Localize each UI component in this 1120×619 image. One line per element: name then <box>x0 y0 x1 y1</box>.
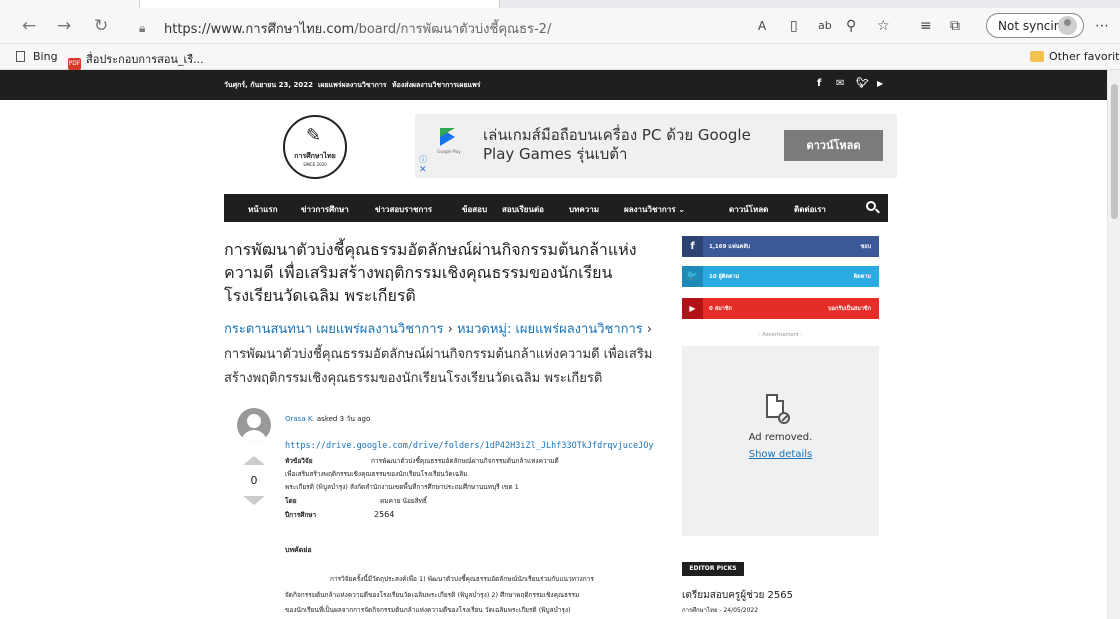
forward-icon[interactable]: → <box>57 17 71 35</box>
topbar-date: วันศุกร์, กันยายน 23, 2022 <box>224 81 313 89</box>
ad-download-button[interactable]: ดาวน์โหลด <box>784 130 883 161</box>
blocked-icon <box>778 412 790 424</box>
scrollbar-thumb[interactable] <box>1111 84 1118 219</box>
twitter-followers-bar[interactable]: 🐦 10 ผู้ติดตาม ติดตาม <box>682 266 879 287</box>
tab-previous[interactable] <box>0 0 140 8</box>
favorite-bing[interactable]: Bing <box>16 50 58 63</box>
by-value: คมคาย น้อยสิทธิ์ <box>380 497 427 505</box>
subscribe-button[interactable]: บอกรับเป็นสมาชิก <box>828 305 871 313</box>
year-label: ปีการศึกษา <box>285 511 317 519</box>
more-menu-icon[interactable]: ⋯ <box>1095 18 1109 34</box>
avatar[interactable] <box>237 408 271 442</box>
show-details-link[interactable]: Show details <box>682 449 879 460</box>
vote-count: 0 <box>250 474 258 487</box>
back-icon[interactable]: ← <box>22 17 36 35</box>
page-scrollbar[interactable] <box>1107 70 1120 619</box>
vote-down-icon[interactable] <box>243 496 265 505</box>
editor-picks-heading: EDITOR PICKS <box>682 562 744 576</box>
refresh-icon[interactable]: ↻ <box>94 17 108 35</box>
drive-link[interactable]: https://drive.google.com/drive/folders/1… <box>285 441 653 451</box>
twitter-icon: 🐦 <box>682 266 703 287</box>
search-icon[interactable] <box>866 201 876 211</box>
address-bar[interactable]: https://www.การศึกษาไทย.com/board/การพัฒ… <box>164 18 551 39</box>
other-favorites[interactable]: Other favorites <box>1030 50 1120 63</box>
asked-meta: Orasa K. asked 3 วัน ago <box>285 415 371 423</box>
research-title-2: เพื่อเสริมสร้างพฤติกรรมเชิงคุณธรรมของนัก… <box>285 470 468 478</box>
research-label: หัวข้อวิจัย <box>285 457 313 465</box>
abstract-label: บทคัดย่อ <box>285 546 312 554</box>
page-title: การพัฒนาตัวบ่งชี้คุณธรรมอัตลักษณ์ผ่านกิจ… <box>224 240 637 305</box>
facebook-icon: f <box>682 236 703 257</box>
twitter-icon[interactable]: 🐦︎ <box>856 78 869 89</box>
favorites-bar: Bing PDF สื่อประกอบการสอน_เรื... Other fa… <box>0 44 1120 70</box>
advertisement-label: - Advertisement - <box>758 332 803 338</box>
editor-pick-meta: การศึกษาไทย - 24/05/2022 <box>682 607 759 614</box>
nav-civil-exam-news[interactable]: ข่าวสอบราชการ <box>375 203 432 216</box>
topbar-link-submit[interactable]: ห้องส่งผลงานวิชาการเผยแพร่ <box>392 80 480 91</box>
nav-contact[interactable]: ติดต่อเรา <box>794 203 826 216</box>
youtube-icon: ▶ <box>682 298 703 319</box>
ad-close-icon[interactable]: ✕ <box>419 165 427 175</box>
nav-education-news[interactable]: ข่าวการศึกษา <box>301 203 349 216</box>
zoom-icon[interactable]: ⚲ <box>846 18 856 34</box>
mail-icon[interactable]: ✉ <box>836 78 844 89</box>
site-topbar: วันศุกร์, กันยายน 23, 2022 เผยแพร่ผลงานว… <box>0 70 1107 100</box>
favorite-pdf[interactable]: PDF สื่อประกอบการสอน_เรื... <box>68 50 204 70</box>
nav-home[interactable]: หน้าแรก <box>248 203 278 216</box>
facebook-fans-bar[interactable]: f 1,169 แฟนคลับ ชอบ <box>682 236 879 257</box>
breadcrumb-board[interactable]: กระดานสนทนา เผยแพร่ผลงานวิชาการ <box>224 322 443 337</box>
immersive-reader-icon[interactable]: ▯ <box>790 18 798 34</box>
lock-icon[interactable]: 🔒︎ <box>139 19 145 37</box>
breadcrumb: กระดานสนทนา เผยแพร่ผลงานวิชาการ › หมวดหม… <box>224 322 653 387</box>
author-link[interactable]: Orasa K. <box>285 415 315 423</box>
topbar-link-publish[interactable]: เผยแพร่ผลงานวิชาการ <box>318 80 387 91</box>
favorites-list-icon[interactable]: ≡ <box>920 18 932 34</box>
abstract-line-1: การวิจัยครั้งนี้มีวัตถุประสงค์เพื่อ 1) พ… <box>330 575 594 583</box>
folder-icon <box>1030 51 1044 62</box>
translate-icon[interactable]: ab <box>818 18 832 34</box>
research-title-1: การพัฒนาตัวบ่งชี้คุณธรรมอัตลักษณ์ผ่านกิจ… <box>371 457 559 465</box>
read-aloud-icon[interactable]: A <box>758 18 766 34</box>
youtube-icon[interactable]: ▶ <box>877 79 883 88</box>
page-icon <box>16 51 25 62</box>
facebook-icon[interactable]: f <box>817 78 821 89</box>
nav-academic-works[interactable]: ผลงานวิชาการ ⌄ <box>624 203 685 216</box>
nav-download[interactable]: ดาวน์โหลด <box>729 203 768 216</box>
main-nav: หน้าแรก ข่าวการศึกษา ข่าวสอบราชการ ข้อสอ… <box>224 194 888 222</box>
ad-info-icon[interactable]: ⓘ <box>419 154 427 165</box>
youtube-subscribers-bar[interactable]: ▶ 0 สมาชิก บอกรับเป็นสมาชิก <box>682 298 879 319</box>
vote-up-icon[interactable] <box>243 456 265 465</box>
browser-toolbar: ← → ↻ 🔒︎ https://www.การศึกษาไทย.com/boa… <box>0 8 1120 44</box>
site-logo[interactable]: ✎ การศึกษาไทย SINCE 2020 <box>283 115 347 179</box>
nav-further-study[interactable]: สอบเรียนต่อ <box>502 203 544 216</box>
school-line: พระเกียรติ (พิบูลบำรุง) สังกัดสำนักงานเข… <box>285 483 519 491</box>
abstract-line-3: ของนักเรียนที่เป็นผลจากการจัดกิจกรรมต้นก… <box>285 606 571 614</box>
nav-exams[interactable]: ข้อสอบ <box>462 203 487 216</box>
ad-removed-text: Ad removed. <box>748 432 813 443</box>
breadcrumb-current: การพัฒนาตัวบ่งชี้คุณธรรมอัตลักษณ์ผ่านกิจ… <box>224 346 653 387</box>
like-button[interactable]: ชอบ <box>860 243 871 251</box>
editor-pick-title[interactable]: เตรียมสอบครูผู้ช่วย 2565 <box>682 588 793 603</box>
collections-icon[interactable]: ⧉ <box>950 18 960 34</box>
pdf-icon: PDF <box>68 58 81 70</box>
sidebar-ad: Ad removed. Show details <box>682 346 879 536</box>
profile-avatar-icon <box>1058 16 1077 35</box>
pen-icon: ✎ <box>306 125 322 146</box>
by-label: โดย <box>285 497 297 505</box>
tab-active[interactable] <box>140 0 500 8</box>
year-value: 2564 <box>374 510 395 519</box>
follow-button[interactable]: ติดตาม <box>854 273 871 281</box>
abstract-line-2: จัดกิจกรรมต้นกล้าแห่งความดีของโรงเรียนวั… <box>285 591 580 599</box>
nav-articles[interactable]: บทความ <box>569 203 599 216</box>
breadcrumb-category[interactable]: หมวดหมู่: เผยแพร่ผลงานวิชาการ <box>457 322 643 337</box>
header-ad[interactable]: Google Play เล่นเกมส์มือถือบนเครื่อง PC … <box>415 114 897 178</box>
tab-strip <box>0 0 1120 8</box>
ad-text[interactable]: เล่นเกมส์มือถือบนเครื่อง PC ด้วย Google … <box>483 126 783 164</box>
favorite-star-icon[interactable]: ☆ <box>877 18 890 34</box>
sync-button[interactable]: Not syncing <box>986 13 1084 38</box>
